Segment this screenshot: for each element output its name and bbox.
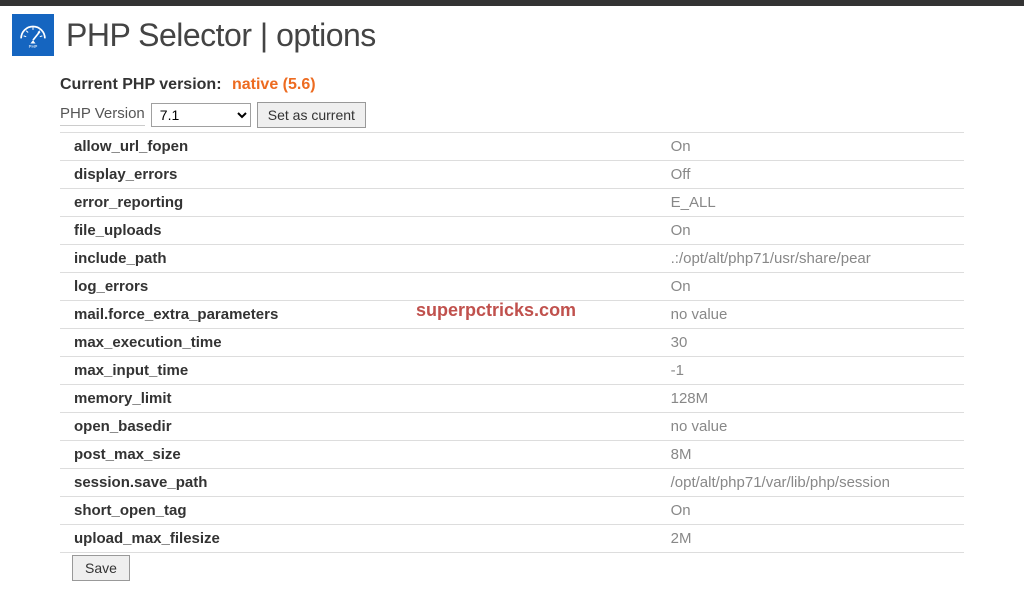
option-value[interactable]: On (657, 133, 964, 161)
header: PHP PHP Selector | options (0, 6, 1024, 60)
option-name: file_uploads (60, 217, 657, 245)
save-button[interactable]: Save (72, 555, 130, 581)
option-row: allow_url_fopenOn (60, 133, 964, 161)
option-name: allow_url_fopen (60, 133, 657, 161)
option-row: max_execution_time30 (60, 329, 964, 357)
option-name: mail.force_extra_parameters (60, 301, 657, 329)
current-version-value: native (5.6) (232, 76, 316, 93)
option-value[interactable]: /opt/alt/php71/var/lib/php/session (657, 469, 964, 497)
option-name: memory_limit (60, 385, 657, 413)
svg-text:PHP: PHP (29, 44, 38, 49)
option-value[interactable]: .:/opt/alt/php71/usr/share/pear (657, 245, 964, 273)
option-value[interactable]: 30 (657, 329, 964, 357)
option-value[interactable]: On (657, 497, 964, 525)
option-value[interactable]: 128M (657, 385, 964, 413)
option-name: display_errors (60, 161, 657, 189)
option-name: post_max_size (60, 441, 657, 469)
php-options-table: allow_url_fopenOndisplay_errorsOfferror_… (60, 132, 964, 552)
option-value[interactable]: On (657, 217, 964, 245)
option-row: display_errorsOff (60, 161, 964, 189)
option-row: memory_limit128M (60, 385, 964, 413)
option-value[interactable]: -1 (657, 357, 964, 385)
option-row: max_input_time-1 (60, 357, 964, 385)
option-row: session.save_path/opt/alt/php71/var/lib/… (60, 469, 964, 497)
option-value[interactable]: E_ALL (657, 189, 964, 217)
page-title: PHP Selector | options (66, 17, 376, 54)
save-row: Save (60, 552, 964, 581)
option-value[interactable]: 8M (657, 441, 964, 469)
option-value[interactable]: no value (657, 301, 964, 329)
php-version-select[interactable]: 7.1 (151, 103, 251, 127)
option-row: mail.force_extra_parametersno value (60, 301, 964, 329)
option-name: short_open_tag (60, 497, 657, 525)
option-value[interactable]: no value (657, 413, 964, 441)
option-name: log_errors (60, 273, 657, 301)
option-row: include_path.:/opt/alt/php71/usr/share/p… (60, 245, 964, 273)
php-gauge-icon: PHP (12, 14, 54, 56)
option-row: upload_max_filesize2M (60, 525, 964, 553)
current-php-version: Current PHP version: native (5.6) (60, 76, 964, 94)
option-name: open_basedir (60, 413, 657, 441)
content-area: Current PHP version: native (5.6) PHP Ve… (0, 60, 1024, 581)
set-as-current-button[interactable]: Set as current (257, 102, 366, 128)
option-name: max_execution_time (60, 329, 657, 357)
option-row: error_reportingE_ALL (60, 189, 964, 217)
option-row: open_basedirno value (60, 413, 964, 441)
option-value[interactable]: On (657, 273, 964, 301)
option-name: upload_max_filesize (60, 525, 657, 553)
option-row: log_errorsOn (60, 273, 964, 301)
option-value[interactable]: 2M (657, 525, 964, 553)
version-selector-row: PHP Version 7.1 Set as current (60, 102, 964, 132)
option-name: include_path (60, 245, 657, 273)
current-version-label: Current PHP version: (60, 76, 222, 93)
option-row: post_max_size8M (60, 441, 964, 469)
option-name: session.save_path (60, 469, 657, 497)
option-name: error_reporting (60, 189, 657, 217)
option-row: file_uploadsOn (60, 217, 964, 245)
option-name: max_input_time (60, 357, 657, 385)
option-value[interactable]: Off (657, 161, 964, 189)
php-version-label: PHP Version (60, 105, 145, 126)
option-row: short_open_tagOn (60, 497, 964, 525)
